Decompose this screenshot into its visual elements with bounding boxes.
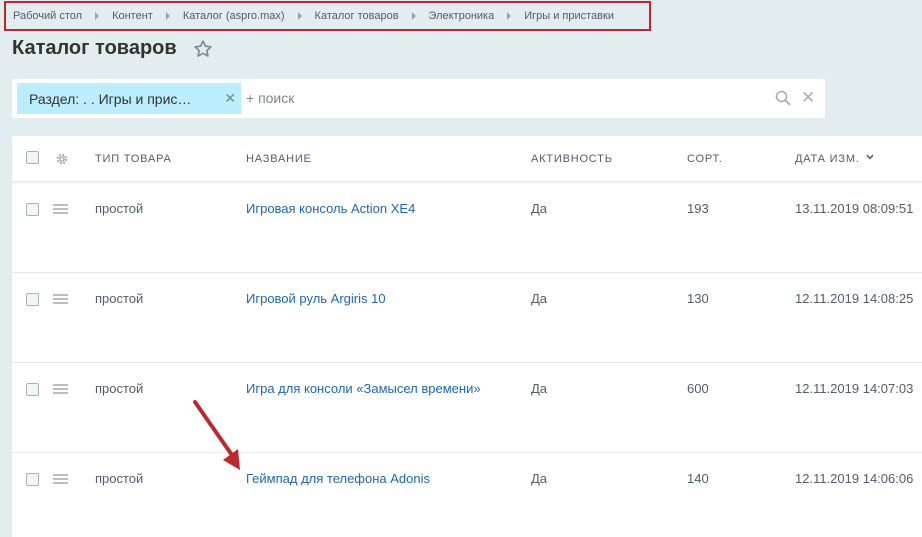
- breadcrumb-item-desktop[interactable]: Рабочий стол: [13, 10, 82, 22]
- cell-date: 12.11.2019 14:06:06: [795, 471, 914, 486]
- chevron-down-icon: [866, 154, 874, 160]
- menu-icon[interactable]: [53, 384, 68, 394]
- row-checkbox[interactable]: [26, 293, 39, 306]
- cell-type: простой: [95, 381, 144, 396]
- cell-type: простой: [95, 471, 144, 486]
- column-header-sort[interactable]: СОРТ.: [687, 153, 723, 165]
- cell-sort: 140: [687, 471, 709, 486]
- row-checkbox[interactable]: [26, 383, 39, 396]
- breadcrumb-item-products[interactable]: Каталог товаров: [315, 10, 399, 22]
- column-header-active[interactable]: АКТИВНОСТЬ: [531, 153, 613, 165]
- column-header-date-label: ДАТА ИЗМ.: [795, 153, 860, 165]
- table-row[interactable]: простой Игра для консоли «Замысел времен…: [12, 363, 922, 453]
- chevron-right-icon: [95, 12, 100, 20]
- cell-active: Да: [531, 471, 548, 486]
- chevron-right-icon: [165, 12, 170, 20]
- cell-name-link[interactable]: Игровая консоль Action XE4: [246, 201, 415, 216]
- breadcrumb: Рабочий стол Контент Каталог (aspro.max)…: [4, 1, 651, 31]
- grid-header: ТИП ТОВАРА НАЗВАНИЕ АКТИВНОСТЬ СОРТ. ДАТ…: [12, 136, 922, 182]
- table-row[interactable]: простой Игровой руль Argiris 10 Да 130 1…: [12, 273, 922, 363]
- menu-icon[interactable]: [53, 204, 68, 214]
- product-grid: ТИП ТОВАРА НАЗВАНИЕ АКТИВНОСТЬ СОРТ. ДАТ…: [12, 136, 922, 537]
- menu-icon[interactable]: [53, 474, 68, 484]
- filter-chip-label: Раздел: . . Игры и прис…: [29, 90, 192, 107]
- cell-active: Да: [531, 291, 548, 306]
- clear-icon[interactable]: ✕: [801, 89, 815, 106]
- menu-icon[interactable]: [53, 294, 68, 304]
- filter-chip-section[interactable]: Раздел: . . Игры и прис… ✕: [17, 83, 241, 114]
- column-header-name[interactable]: НАЗВАНИЕ: [246, 153, 312, 165]
- filter-bar: Раздел: . . Игры и прис… ✕ + поиск ✕: [12, 79, 825, 118]
- cell-type: простой: [95, 201, 144, 216]
- star-icon[interactable]: [193, 39, 213, 59]
- cell-sort: 193: [687, 201, 709, 216]
- page-title: Каталог товаров: [12, 37, 177, 59]
- cell-name-link[interactable]: Геймпад для телефона Adonis: [246, 471, 430, 486]
- column-header-date[interactable]: ДАТА ИЗМ.: [795, 153, 874, 165]
- cell-name-link[interactable]: Игровой руль Argiris 10: [246, 291, 386, 306]
- table-row[interactable]: простой Игровая консоль Action XE4 Да 19…: [12, 183, 922, 273]
- cell-name-link[interactable]: Игра для консоли «Замысел времени»: [246, 381, 481, 396]
- cell-date: 13.11.2019 08:09:51: [795, 201, 914, 216]
- breadcrumb-item-electronics[interactable]: Электроника: [429, 10, 495, 22]
- cell-date: 12.11.2019 14:08:25: [795, 291, 914, 306]
- cell-date: 12.11.2019 14:07:03: [795, 381, 914, 396]
- search-icon[interactable]: [775, 90, 791, 106]
- chevron-right-icon: [297, 12, 302, 20]
- column-header-type[interactable]: ТИП ТОВАРА: [95, 153, 172, 165]
- breadcrumb-item-content[interactable]: Контент: [112, 10, 153, 22]
- cell-type: простой: [95, 291, 144, 306]
- select-all-checkbox[interactable]: [26, 151, 39, 164]
- cell-sort: 600: [687, 381, 709, 396]
- search-input[interactable]: + поиск: [246, 90, 294, 106]
- gear-icon[interactable]: [55, 152, 69, 166]
- breadcrumb-item-games[interactable]: Игры и приставки: [524, 10, 614, 22]
- breadcrumb-item-catalog[interactable]: Каталог (aspro.max): [183, 10, 285, 22]
- title-row: Каталог товаров: [12, 37, 213, 60]
- row-checkbox[interactable]: [26, 473, 39, 486]
- cell-active: Да: [531, 381, 548, 396]
- chevron-right-icon: [507, 12, 512, 20]
- cell-active: Да: [531, 201, 548, 216]
- table-row[interactable]: простой Геймпад для телефона Adonis Да 1…: [12, 453, 922, 537]
- chevron-right-icon: [411, 12, 416, 20]
- cell-sort: 130: [687, 291, 709, 306]
- close-icon[interactable]: ✕: [224, 90, 236, 107]
- row-checkbox[interactable]: [26, 203, 39, 216]
